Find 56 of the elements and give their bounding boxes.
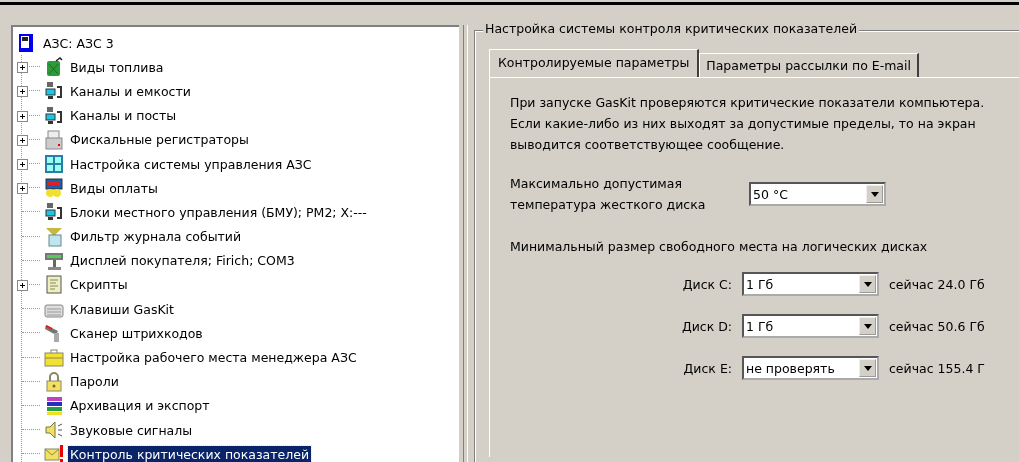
disk-dropdown[interactable]: 1 Гб <box>742 272 879 296</box>
description-text: При запуске GasKit проверяются критические показатели компьютера. Если какие-либо из них выходят за допустимые пределы, то на экран выводится соответствующее сообщение. <box>510 94 986 154</box>
speaker-icon <box>44 420 64 441</box>
tree-item[interactable]: Настройка системы управления АЗС <box>68 155 314 173</box>
expand-icon[interactable] <box>17 134 28 146</box>
tree-item[interactable]: Виды топлива <box>68 58 166 76</box>
envelope-icon <box>44 444 64 462</box>
disk-space-heading: Минимальный размер свободного места на логических дисках <box>510 239 929 254</box>
computer-icon <box>44 81 64 102</box>
tab[interactable]: Контролируемые параметры <box>489 49 700 77</box>
briefcase-icon <box>44 347 64 368</box>
tree-item[interactable]: Фискальные регистраторы <box>68 131 251 149</box>
tree-item[interactable]: Фильтр журнала событий <box>68 228 244 246</box>
free-space-reading: сейчас 50.6 Гб <box>889 318 985 334</box>
disk-dropdown[interactable]: не проверять <box>742 356 879 380</box>
fuel-can-icon <box>44 57 64 78</box>
disk-label: Диск E: <box>682 360 732 376</box>
free-space-reading: сейчас 155.4 Г <box>889 360 985 376</box>
temperature-label: Максимально допустимая температура жесткого диска <box>510 175 707 214</box>
display-icon <box>44 250 64 271</box>
tree-item[interactable]: Настройка рабочего места менеджера АЗС <box>68 349 359 367</box>
tree-item[interactable]: Виды оплаты <box>68 179 160 197</box>
expand-icon[interactable] <box>17 159 28 171</box>
tree-item[interactable]: Пароли <box>68 373 121 391</box>
tree-item[interactable]: Блоки местного управления (БМУ); РМ2; X:--- <box>68 203 369 221</box>
disk-dropdown[interactable]: 1 Гб <box>742 314 879 338</box>
expand-icon[interactable] <box>17 279 28 291</box>
tree-item[interactable]: Дисплей покупателя; Firich; COM3 <box>68 252 297 270</box>
expand-icon[interactable] <box>17 86 28 98</box>
tab[interactable]: Параметры рассылки по E-mail <box>699 53 919 77</box>
books-icon <box>44 395 64 416</box>
temperature-dropdown[interactable]: 50 °C <box>749 182 886 206</box>
lock-icon <box>44 371 64 392</box>
computer-icon <box>44 202 64 223</box>
control-panel-icon <box>44 154 64 175</box>
tree-item[interactable]: Каналы и посты <box>68 107 179 125</box>
free-space-reading: сейчас 24.0 Гб <box>889 276 985 292</box>
tree-item[interactable]: Контроль критических показателей <box>68 445 311 462</box>
document-icon <box>44 274 64 295</box>
disk-label: Диск C: <box>681 276 732 292</box>
tree-item[interactable]: Клавиши GasKit <box>68 300 176 318</box>
group-title: Настройка системы контроля критических показателей <box>483 21 860 36</box>
disk-label: Диск D: <box>680 318 732 334</box>
coins-icon <box>44 178 64 199</box>
filter-icon <box>44 226 64 247</box>
tree-item[interactable]: АЗС: АЗС 3 <box>41 34 116 52</box>
expand-icon[interactable] <box>17 110 28 122</box>
expand-icon[interactable] <box>17 183 28 195</box>
computer-icon <box>44 105 64 126</box>
printer-icon <box>44 129 64 150</box>
tree-item[interactable]: Сканер штрихкодов <box>68 324 205 342</box>
tree-item[interactable]: Скрипты <box>68 276 130 294</box>
expand-icon[interactable] <box>17 62 28 74</box>
tree-item[interactable]: Каналы и емкости <box>68 82 193 100</box>
tree-item[interactable]: Архивация и экспорт <box>68 397 212 415</box>
tree-item[interactable]: Звуковые сигналы <box>68 421 195 439</box>
